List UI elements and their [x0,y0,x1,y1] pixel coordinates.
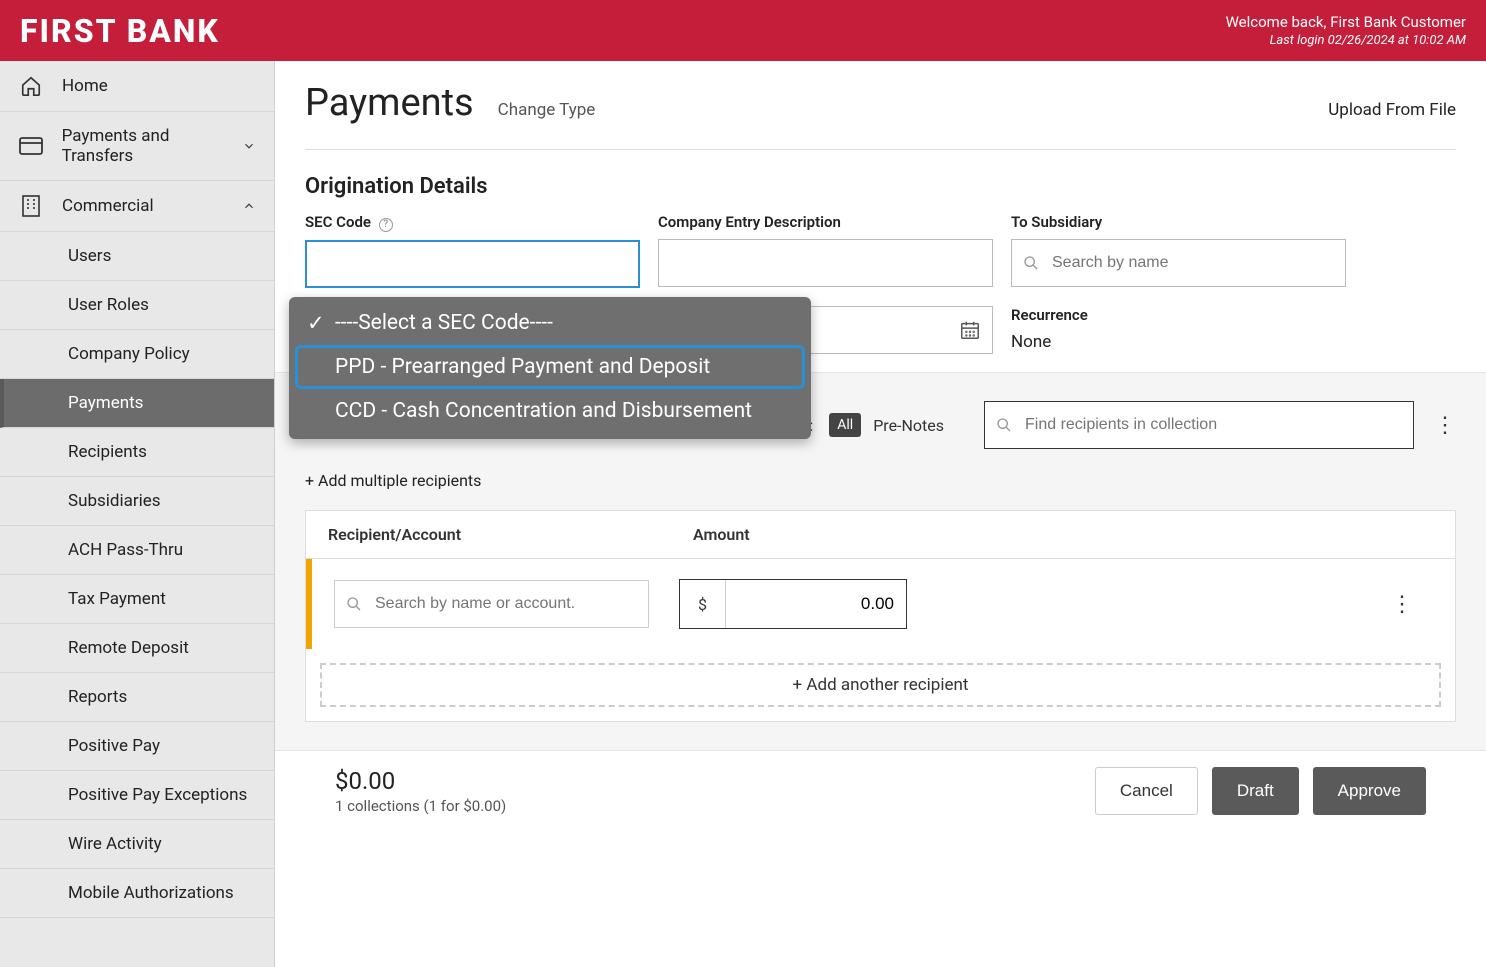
nav-payments-transfers[interactable]: Payments and Transfers [0,112,274,181]
amount-field: $ [679,579,907,629]
filter-all[interactable]: All [829,413,861,437]
search-icon [996,417,1012,433]
search-icon [346,596,362,612]
recipient-search-input[interactable] [334,580,649,628]
calendar-icon[interactable] [959,319,981,341]
nav-recipients[interactable]: Recipients [0,428,274,477]
card-icon [18,137,44,155]
last-login-text: Last login 02/26/2024 at 10:02 AM [1226,33,1466,48]
sec-option-ppd[interactable]: PPD - Prearranged Payment and Deposit [295,345,805,389]
nav-company-policy[interactable]: Company Policy [0,330,274,379]
find-recipients-input[interactable] [984,401,1414,449]
filter-prenotes[interactable]: Pre-Notes [873,416,944,435]
nav-mobile-authorizations[interactable]: Mobile Authorizations [0,869,274,918]
page-title-row: Payments Change Type Upload From File [305,81,1456,150]
nav-reports[interactable]: Reports [0,673,274,722]
building-icon [18,195,44,217]
recipient-table: Recipient/Account Amount $ [305,510,1456,722]
bank-logo: FIRST BANK [20,12,220,50]
upload-from-file-link[interactable]: Upload From File [1328,100,1456,120]
sidebar-nav: Home Payments and Transfers Commercial U… [0,61,275,967]
currency-symbol: $ [680,580,726,628]
recipient-row: $ ⋮ [306,559,1455,649]
company-entry-input[interactable] [658,239,993,287]
add-multiple-recipients-link[interactable]: + Add multiple recipients [305,471,481,490]
add-another-recipient-link[interactable]: + Add another recipient [320,663,1441,707]
search-icon [1023,255,1039,271]
sec-option-ccd[interactable]: CCD - Cash Concentration and Disbursemen… [295,389,805,433]
welcome-text: Welcome back, First Bank Customer [1226,13,1466,31]
company-entry-label: Company Entry Description [658,213,993,231]
origination-details-title: Origination Details [305,174,1456,199]
nav-user-roles[interactable]: User Roles [0,281,274,330]
chevron-down-icon [242,139,256,153]
page-title: Payments [305,81,474,125]
nav-positive-pay[interactable]: Positive Pay [0,722,274,771]
nav-label: Payments and Transfers [62,126,242,166]
main-content: Payments Change Type Upload From File Or… [275,61,1486,967]
th-recipient-account: Recipient/Account [328,525,693,544]
nav-subsidiaries[interactable]: Subsidiaries [0,477,274,526]
nav-home[interactable]: Home [0,61,274,112]
change-type-link[interactable]: Change Type [498,100,596,120]
nav-remote-deposit[interactable]: Remote Deposit [0,624,274,673]
th-amount: Amount [693,525,953,544]
sec-option-placeholder[interactable]: ----Select a SEC Code---- [295,301,805,345]
help-icon[interactable]: ? [379,218,393,232]
amount-input[interactable] [726,580,906,628]
chevron-up-icon [242,199,256,213]
app-header: FIRST BANK Welcome back, First Bank Cust… [0,0,1486,61]
nav-wire-activity[interactable]: Wire Activity [0,820,274,869]
page-footer: $0.00 1 collections (1 for $0.00) Cancel… [305,751,1456,831]
home-icon [18,75,44,97]
nav-ach-pass-thru[interactable]: ACH Pass-Thru [0,526,274,575]
approve-button[interactable]: Approve [1313,767,1426,815]
row-menu-icon[interactable]: ⋮ [1391,592,1413,617]
header-user-info: Welcome back, First Bank Customer Last l… [1226,13,1466,48]
nav-label: Commercial [62,196,154,216]
nav-label: Home [62,76,108,96]
recurrence-label: Recurrence [1011,306,1346,324]
nav-tax-payment[interactable]: Tax Payment [0,575,274,624]
nav-commercial[interactable]: Commercial [0,181,274,232]
recipients-menu-icon[interactable]: ⋮ [1434,413,1456,438]
draft-button[interactable]: Draft [1212,767,1299,815]
recurrence-value[interactable]: None [1011,332,1346,352]
sec-code-dropdown: ----Select a SEC Code---- PPD - Prearran… [289,297,811,439]
sec-code-label: SEC Code ? [305,213,640,232]
to-subsidiary-input[interactable] [1011,239,1346,287]
to-subsidiary-label: To Subsidiary [1011,213,1346,231]
nav-users[interactable]: Users [0,232,274,281]
footer-summary: 1 collections (1 for $0.00) [335,797,1081,815]
cancel-button[interactable]: Cancel [1095,767,1198,815]
nav-positive-pay-exceptions[interactable]: Positive Pay Exceptions [0,771,274,820]
footer-total: $0.00 [335,767,1081,795]
nav-payments[interactable]: Payments [0,379,274,428]
sec-code-select[interactable] [305,240,640,288]
